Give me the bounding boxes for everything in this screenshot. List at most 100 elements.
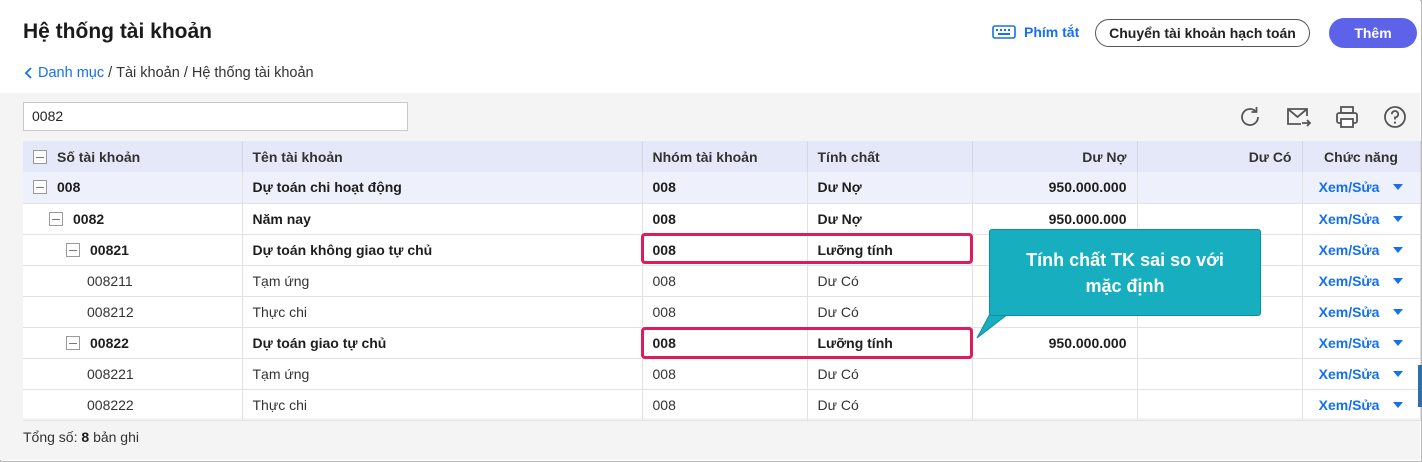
col-header-code-label: Số tài khoản bbox=[57, 148, 141, 165]
help-icon[interactable] bbox=[1382, 104, 1408, 130]
col-header-group[interactable]: Nhóm tài khoản bbox=[642, 141, 808, 172]
breadcrumb-tai-khoan[interactable]: Tài khoản bbox=[116, 65, 180, 81]
view-edit-link[interactable]: Xem/Sửa bbox=[1319, 304, 1380, 320]
page-header: Hệ thống tài khoản Danh mục / Tài khoản … bbox=[0, 0, 1420, 93]
tree-collapse-toggle[interactable] bbox=[66, 242, 80, 257]
dropdown-caret-icon[interactable] bbox=[1393, 308, 1404, 315]
breadcrumb-separator: / bbox=[108, 65, 113, 81]
cell-nature: Dư Có bbox=[807, 358, 973, 390]
cell-debit: 950.000.000 bbox=[972, 172, 1138, 204]
cell-name: Tạm ứng bbox=[242, 265, 643, 297]
cell-debit bbox=[972, 389, 1138, 421]
dropdown-caret-icon[interactable] bbox=[1393, 339, 1404, 346]
tree-collapse-toggle[interactable] bbox=[49, 211, 63, 226]
view-edit-link[interactable]: Xem/Sửa bbox=[1319, 211, 1380, 227]
breadcrumb-back-link[interactable]: Danh mục bbox=[24, 65, 104, 81]
col-header-debit[interactable]: Dư Nợ bbox=[972, 141, 1138, 172]
view-edit-link[interactable]: Xem/Sửa bbox=[1319, 335, 1380, 351]
cell-code: 008222 bbox=[23, 389, 243, 421]
print-icon[interactable] bbox=[1334, 104, 1360, 130]
cell-actions: Xem/Sửa bbox=[1302, 358, 1421, 390]
cell-code: 00822 bbox=[23, 327, 243, 359]
cell-code: 008 bbox=[23, 172, 243, 204]
account-code: 008222 bbox=[87, 396, 134, 413]
cell-group: 008 bbox=[642, 265, 808, 297]
col-header-code[interactable]: Số tài khoản bbox=[23, 141, 243, 172]
search-input[interactable]: 0082 bbox=[23, 102, 408, 131]
breadcrumb: Danh mục / Tài khoản / Hệ thống tài khoả… bbox=[24, 65, 314, 81]
cell-group: 008 bbox=[642, 203, 808, 235]
cell-name: Dự toán chi hoạt động bbox=[242, 172, 643, 204]
cell-name: Dự toán giao tự chủ bbox=[242, 327, 643, 359]
tree-collapse-toggle[interactable] bbox=[66, 335, 80, 350]
refresh-icon[interactable] bbox=[1237, 104, 1263, 130]
cell-group: 008 bbox=[642, 389, 808, 421]
cell-code: 00821 bbox=[23, 234, 243, 266]
dropdown-caret-icon[interactable] bbox=[1393, 401, 1404, 408]
view-edit-link[interactable]: Xem/Sửa bbox=[1319, 179, 1380, 195]
annotation-callout: Tính chất TK sai so với mặc định bbox=[989, 229, 1261, 316]
add-button[interactable]: Thêm bbox=[1329, 18, 1417, 48]
chevron-left-icon bbox=[24, 67, 32, 79]
cell-name: Tạm ứng bbox=[242, 358, 643, 390]
view-edit-link[interactable]: Xem/Sửa bbox=[1319, 273, 1380, 289]
transfer-account-button[interactable]: Chuyển tài khoản hạch toán bbox=[1095, 19, 1310, 47]
cell-nature: Dư Có bbox=[807, 296, 973, 328]
record-count-suffix: bản ghi bbox=[93, 429, 139, 445]
highlight-box bbox=[641, 327, 973, 359]
view-edit-link[interactable]: Xem/Sửa bbox=[1319, 366, 1380, 382]
cell-credit bbox=[1137, 172, 1303, 204]
cell-credit bbox=[1137, 358, 1303, 390]
col-header-name[interactable]: Tên tài khoản bbox=[242, 141, 643, 172]
col-header-actions: Chức năng bbox=[1302, 141, 1421, 172]
account-code: 0082 bbox=[73, 210, 105, 227]
keyboard-icon bbox=[992, 25, 1016, 39]
account-code: 008221 bbox=[87, 365, 134, 382]
cell-nature: Dư Nợ bbox=[807, 172, 973, 204]
breadcrumb-danh-muc[interactable]: Danh mục bbox=[38, 65, 104, 81]
dropdown-caret-icon[interactable] bbox=[1393, 370, 1404, 377]
breadcrumb-current: Hệ thống tài khoản bbox=[191, 65, 314, 81]
dropdown-caret-icon[interactable] bbox=[1393, 277, 1404, 284]
cell-name: Năm nay bbox=[242, 203, 643, 235]
cell-actions: Xem/Sửa bbox=[1302, 234, 1421, 266]
collapse-all-toggle[interactable] bbox=[33, 149, 47, 164]
cell-group: 008 bbox=[642, 172, 808, 204]
cell-group: 008 bbox=[642, 358, 808, 390]
account-code: 008212 bbox=[87, 303, 134, 320]
shortcut-button[interactable]: Phím tắt bbox=[992, 24, 1079, 40]
dropdown-caret-icon[interactable] bbox=[1393, 246, 1404, 253]
cell-actions: Xem/Sửa bbox=[1302, 296, 1421, 328]
view-edit-link[interactable]: Xem/Sửa bbox=[1319, 242, 1380, 258]
cell-nature: Dư Nợ bbox=[807, 203, 973, 235]
cell-name: Thực chi bbox=[242, 389, 643, 421]
highlight-box bbox=[641, 233, 973, 264]
col-header-nature[interactable]: Tính chất bbox=[807, 141, 973, 172]
record-count-label: Tổng số: bbox=[23, 429, 78, 445]
account-code: 00822 bbox=[90, 334, 129, 351]
mail-export-icon[interactable] bbox=[1285, 104, 1311, 130]
side-panel-tab[interactable] bbox=[1418, 365, 1422, 407]
cell-actions: Xem/Sửa bbox=[1302, 327, 1421, 359]
col-header-credit[interactable]: Dư Có bbox=[1137, 141, 1303, 172]
table-row[interactable]: 008 Dự toán chi hoạt động 008 Dư Nợ 950.000.… bbox=[23, 172, 1421, 204]
dropdown-caret-icon[interactable] bbox=[1393, 184, 1404, 191]
dropdown-caret-icon[interactable] bbox=[1393, 215, 1404, 222]
account-code: 00821 bbox=[90, 241, 129, 258]
record-count-value: 8 bbox=[81, 429, 90, 445]
view-edit-link[interactable]: Xem/Sửa bbox=[1319, 397, 1380, 413]
tree-collapse-toggle[interactable] bbox=[33, 180, 47, 195]
cell-credit bbox=[1137, 327, 1303, 359]
table-row[interactable]: 008221 Tạm ứng 008 Dư Có Xem/Sửa bbox=[23, 358, 1421, 390]
cell-nature: Dư Có bbox=[807, 389, 973, 421]
cell-credit bbox=[1137, 389, 1303, 421]
record-count: Tổng số: 8 bản ghi bbox=[23, 429, 139, 445]
table-header-row: Số tài khoản Tên tài khoản Nhóm tài khoả… bbox=[23, 141, 1421, 172]
cell-code: 0082 bbox=[23, 203, 243, 235]
account-code: 008 bbox=[57, 179, 81, 196]
table-row[interactable]: 008222 Thực chi 008 Dư Có Xem/Sửa bbox=[23, 389, 1421, 421]
cell-actions: Xem/Sửa bbox=[1302, 389, 1421, 421]
cell-group: 008 bbox=[642, 296, 808, 328]
page-title: Hệ thống tài khoản bbox=[23, 20, 212, 43]
cell-code: 008221 bbox=[23, 358, 243, 390]
